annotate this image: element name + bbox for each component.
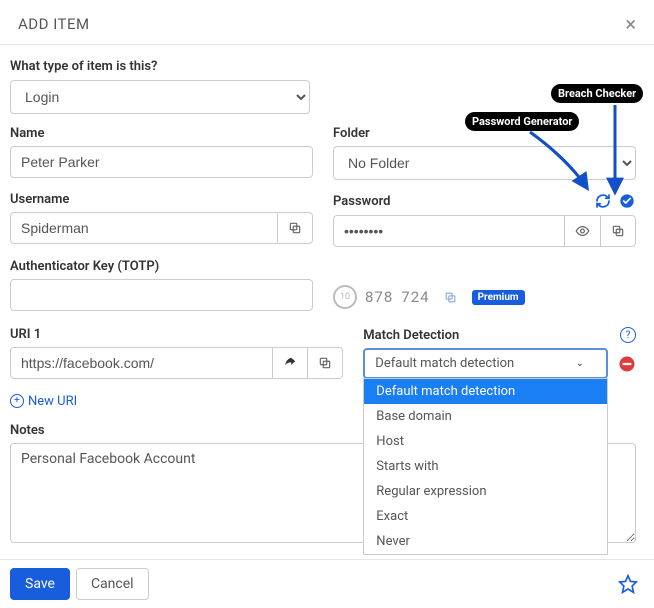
close-button[interactable]: ×: [625, 14, 636, 34]
totp-countdown: 10: [333, 285, 357, 309]
new-uri-label: New URI: [28, 394, 77, 409]
share-icon: [283, 356, 297, 370]
refresh-icon: [595, 193, 611, 209]
totp-display-group: 10 878 724 Premium: [333, 259, 636, 315]
folder-select[interactable]: No Folder: [333, 146, 636, 180]
save-button[interactable]: Save: [10, 568, 70, 600]
star-outline-icon: [618, 574, 638, 594]
password-label: Password: [333, 194, 390, 209]
name-label: Name: [10, 126, 313, 141]
match-option-regex[interactable]: Regular expression: [364, 479, 607, 504]
folder-label: Folder: [333, 126, 636, 141]
breach-checker-button[interactable]: [618, 192, 636, 210]
eye-icon: [575, 223, 590, 239]
folder-group: Folder No Folder: [333, 126, 636, 180]
password-input[interactable]: [333, 215, 565, 247]
cancel-button[interactable]: Cancel: [76, 568, 149, 600]
modal-header: ADD ITEM ×: [0, 0, 654, 45]
password-group: Password: [333, 192, 636, 247]
copy-icon: [611, 224, 625, 238]
match-option-exact[interactable]: Exact: [364, 504, 607, 529]
match-option-never[interactable]: Never: [364, 529, 607, 554]
match-detection-group: Match Detection ? Default match detectio…: [363, 327, 636, 379]
password-visibility-toggle[interactable]: [565, 215, 601, 247]
new-uri-button[interactable]: + New URI: [10, 394, 77, 409]
copy-icon: [288, 221, 302, 235]
totp-copy-button[interactable]: [438, 284, 464, 310]
totp-code-part2: 724: [401, 288, 429, 306]
check-circle-icon: [619, 193, 635, 209]
uri1-remove-button[interactable]: [618, 355, 636, 373]
username-copy-button[interactable]: [278, 212, 313, 244]
totp-group: Authenticator Key (TOTP): [10, 259, 313, 311]
uri1-input[interactable]: [10, 347, 273, 379]
copy-icon: [318, 356, 332, 370]
match-option-host[interactable]: Host: [364, 429, 607, 454]
chevron-down-icon: ⌄: [576, 358, 584, 369]
name-group: Name: [10, 126, 313, 178]
totp-input[interactable]: [10, 279, 313, 311]
match-detection-label: Match Detection: [363, 328, 459, 343]
add-item-modal: ADD ITEM × What type of item is this? Lo…: [0, 0, 654, 608]
item-type-select[interactable]: Login: [10, 80, 310, 114]
modal-body: What type of item is this? Login Name Fo…: [0, 45, 654, 559]
uri1-label: URI 1: [10, 327, 343, 342]
password-generator-button[interactable]: [594, 192, 612, 210]
match-option-default[interactable]: Default match detection: [364, 379, 607, 404]
favorite-toggle[interactable]: [618, 574, 644, 594]
uri1-copy-button[interactable]: [308, 347, 343, 379]
plus-circle-icon: +: [10, 394, 24, 408]
match-option-base-domain[interactable]: Base domain: [364, 404, 607, 429]
modal-footer: Save Cancel: [0, 559, 654, 608]
match-option-starts-with[interactable]: Starts with: [364, 454, 607, 479]
uri1-group: URI 1: [10, 327, 343, 379]
totp-label: Authenticator Key (TOTP): [10, 259, 313, 274]
match-detection-select[interactable]: Default match detection ⌄: [363, 348, 608, 379]
copy-icon: [444, 291, 457, 304]
match-detection-help-button[interactable]: ?: [620, 327, 636, 343]
match-detection-dropdown: Default match detection Base domain Host…: [363, 378, 608, 555]
item-type-group: What type of item is this? Login: [10, 59, 636, 114]
modal-title: ADD ITEM: [18, 15, 90, 33]
totp-code-part1: 878: [365, 288, 393, 306]
username-input[interactable]: [10, 212, 278, 244]
uri1-launch-button[interactable]: [273, 347, 308, 379]
username-group: Username: [10, 192, 313, 244]
match-detection-selected: Default match detection: [375, 356, 514, 371]
name-input[interactable]: [10, 146, 313, 178]
minus-circle-icon: [618, 355, 636, 373]
username-label: Username: [10, 192, 313, 207]
premium-badge: Premium: [472, 290, 525, 305]
password-copy-button[interactable]: [601, 215, 636, 247]
item-type-label: What type of item is this?: [10, 59, 636, 74]
